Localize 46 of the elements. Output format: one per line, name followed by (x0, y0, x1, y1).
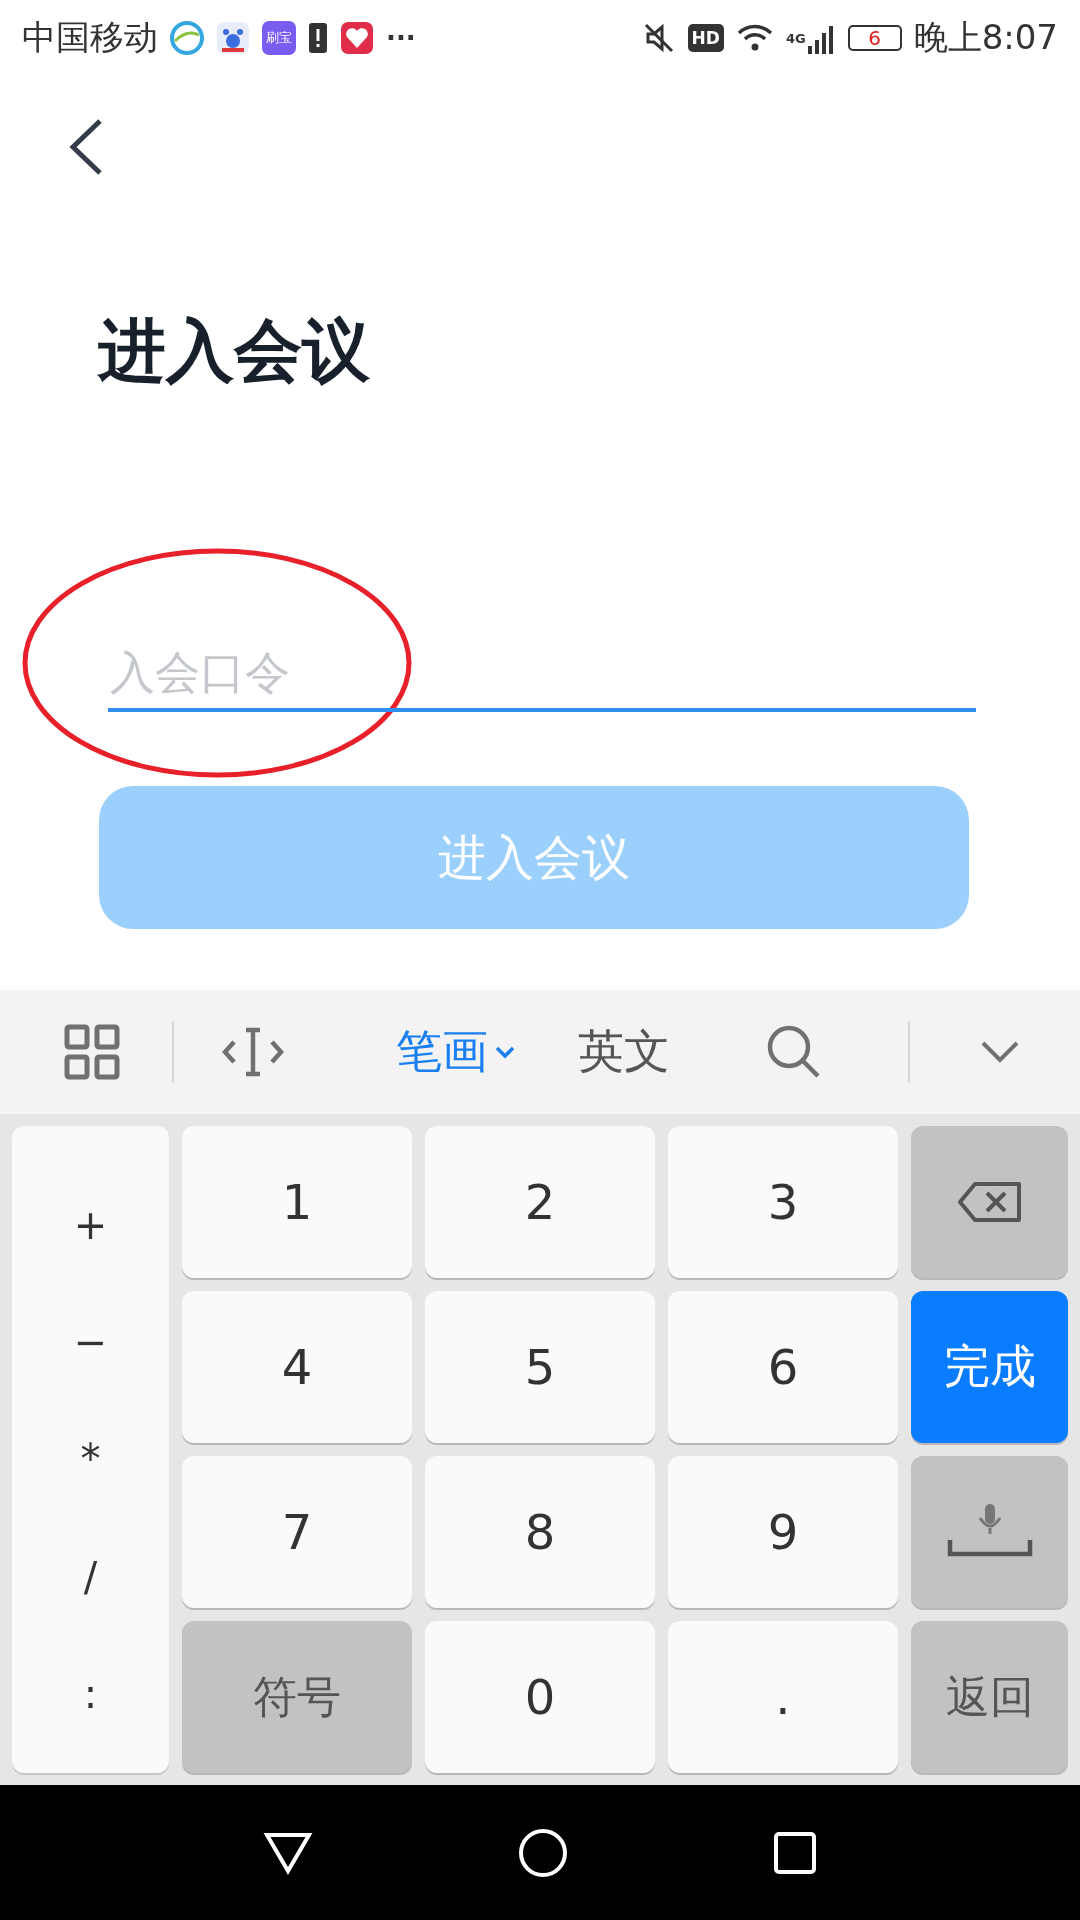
digit-key[interactable]: . (668, 1621, 898, 1773)
backspace-key[interactable] (911, 1126, 1068, 1278)
clock: 晚上8:07 (913, 16, 1058, 59)
digit-key[interactable]: 3 (668, 1126, 898, 1278)
passcode-field[interactable]: 入会口令 (108, 636, 976, 712)
alert-icon (308, 21, 328, 55)
back-icon[interactable] (68, 118, 104, 176)
heart-app-icon (340, 21, 374, 55)
digit-key[interactable]: 1 (182, 1126, 412, 1278)
carrier-name: 中国移动 (22, 16, 158, 59)
input-mode-tab[interactable]: 英文 (572, 1021, 676, 1083)
backspace-icon (956, 1181, 1023, 1223)
digit-key[interactable]: 9 (668, 1456, 898, 1608)
app-icon: 刷宝 (262, 21, 296, 55)
paw-app-icon (216, 21, 250, 55)
grid-icon[interactable] (64, 1024, 120, 1080)
function-key[interactable]: 符号 (182, 1621, 412, 1773)
input-mode-tab[interactable]: 笔画 (390, 1021, 522, 1083)
digit-key[interactable]: 0 (425, 1621, 655, 1773)
symbol-key[interactable]: + (67, 1200, 114, 1249)
digit-key[interactable]: 6 (668, 1291, 898, 1443)
done-key[interactable]: 完成 (911, 1291, 1068, 1443)
home-nav-icon[interactable] (518, 1827, 568, 1878)
collapse-keyboard-icon[interactable] (980, 1040, 1020, 1064)
back-nav-icon[interactable] (262, 1830, 313, 1875)
symbol-key[interactable]: : (77, 1670, 104, 1719)
function-key[interactable]: 返回 (911, 1621, 1068, 1773)
digit-key[interactable]: 2 (425, 1126, 655, 1278)
cursor-icon[interactable] (222, 1027, 284, 1077)
digit-key[interactable]: 7 (182, 1456, 412, 1608)
hd-badge: HD (687, 24, 724, 52)
digit-key[interactable]: 8 (425, 1456, 655, 1608)
symbol-key[interactable]: − (67, 1318, 114, 1367)
network-logo-icon (170, 21, 204, 55)
page-title: 进入会议 (98, 310, 370, 392)
voice-space-key[interactable] (911, 1456, 1068, 1608)
recents-nav-icon[interactable] (773, 1830, 818, 1875)
search-icon[interactable] (766, 1024, 822, 1080)
symbol-key[interactable]: / (77, 1552, 104, 1601)
caret-icon (494, 1045, 516, 1059)
more-notifications: ··· (386, 23, 416, 53)
digit-key[interactable]: 5 (425, 1291, 655, 1443)
network-type: 4G (785, 31, 806, 46)
battery-icon: 6 (847, 25, 902, 51)
digit-key[interactable]: 4 (182, 1291, 412, 1443)
symbol-key[interactable]: * (74, 1435, 107, 1484)
